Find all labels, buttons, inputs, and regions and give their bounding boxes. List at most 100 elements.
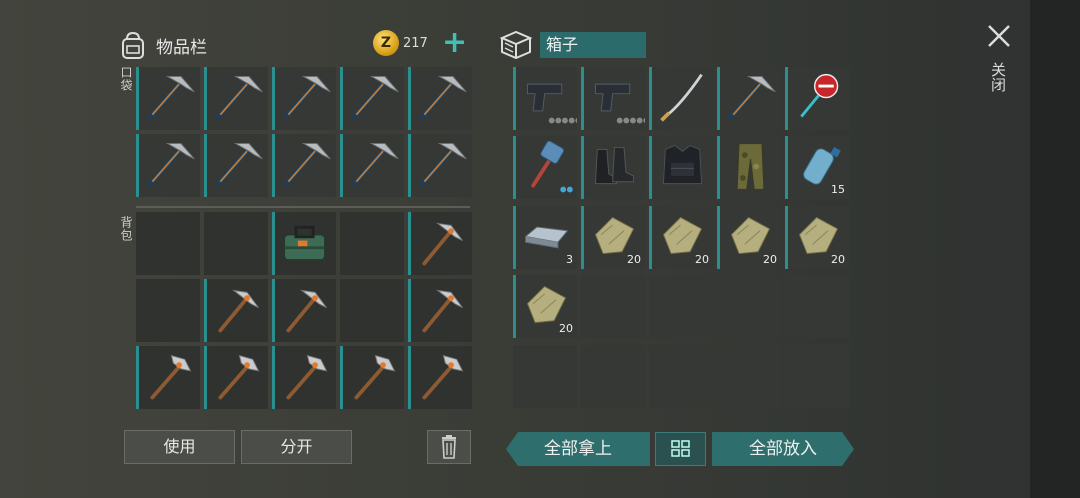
use-button[interactable]: 使用 (124, 430, 235, 464)
inventory-slot-sledgehammer[interactable]: ●● (513, 136, 577, 200)
trash-button[interactable] (427, 430, 471, 464)
inventory-slot-stone-hammer[interactable] (408, 346, 472, 409)
screen-edge (1030, 0, 1080, 498)
stone-pickaxe-icon (411, 279, 472, 342)
item-quantity: 20 (831, 252, 845, 266)
item-quantity: 20 (559, 322, 573, 336)
inventory-slot-water-bottle[interactable]: 15 (785, 136, 849, 200)
sort-button[interactable] (655, 432, 706, 466)
inventory-slot-pickaxe[interactable] (340, 67, 404, 130)
empty-slot[interactable] (581, 275, 645, 339)
empty-slot[interactable] (340, 212, 404, 275)
inventory-title: 物品栏 (156, 37, 207, 58)
crate-icon (499, 30, 533, 60)
toolbox-icon (275, 212, 336, 275)
svg-text:●●●●●: ●●●●● (616, 115, 645, 124)
empty-slot[interactable] (204, 212, 268, 275)
inventory-slot-pickaxe[interactable] (408, 67, 472, 130)
inventory-slot-cloth[interactable]: 20 (717, 205, 781, 269)
pickaxe-icon (139, 134, 200, 197)
inventory-slot-stone-pickaxe[interactable] (204, 279, 268, 342)
box-name-field[interactable]: 箱子 (540, 32, 646, 58)
stone-pickaxe-icon (275, 279, 336, 342)
inventory-slot-toolbox[interactable] (272, 212, 336, 275)
inventory-slot-cloth[interactable]: 20 (649, 205, 713, 269)
inventory-slot-stone-pickaxe[interactable] (272, 279, 336, 342)
pickaxe-icon (343, 67, 404, 130)
pickaxe-icon (139, 67, 200, 130)
empty-slot[interactable] (340, 279, 404, 342)
empty-slot[interactable] (513, 344, 577, 408)
coin-icon: Z (373, 30, 399, 56)
empty-slot[interactable] (136, 279, 200, 342)
empty-slot[interactable] (649, 275, 713, 339)
tactical-vest-icon (652, 136, 713, 199)
pickaxe-icon (207, 67, 268, 130)
inventory-slot-pickaxe[interactable] (136, 67, 200, 130)
inventory-slot-stop-sign[interactable] (785, 67, 849, 130)
empty-slot[interactable] (785, 275, 849, 339)
camo-pants-icon (720, 136, 781, 199)
pickaxe-icon (275, 134, 336, 197)
inventory-slot-pickaxe[interactable] (340, 134, 404, 197)
inventory-slot-boots[interactable] (581, 136, 645, 200)
item-quantity: 20 (627, 252, 641, 266)
close-icon[interactable] (985, 22, 1013, 50)
inventory-slot-pickaxe[interactable] (717, 67, 781, 130)
stone-pickaxe-icon (207, 279, 268, 342)
inventory-slot-katana[interactable] (649, 67, 713, 130)
empty-slot[interactable] (581, 344, 645, 408)
sledgehammer-icon: ●● (516, 136, 577, 199)
stone-hammer-icon (343, 346, 404, 409)
boots-icon (584, 136, 645, 199)
pickaxe-icon (343, 134, 404, 197)
inventory-slot-pistol[interactable]: ●●●●● (581, 67, 650, 130)
inventory-slot-tactical-vest[interactable] (649, 136, 713, 200)
katana-icon (652, 67, 713, 130)
inventory-slot-stone-hammer[interactable] (136, 346, 200, 409)
inventory-slot-pickaxe[interactable] (136, 134, 200, 197)
inventory-slot-stone-hammer[interactable] (340, 346, 404, 409)
pocket-label: 口袋 (119, 66, 133, 92)
inventory-slot-pickaxe[interactable] (204, 67, 268, 130)
backpack-icon (122, 31, 144, 59)
add-coins-button[interactable]: + (442, 26, 467, 60)
trash-icon (442, 435, 456, 459)
put-all-button[interactable]: 全部放入 (712, 432, 854, 466)
inventory-slot-cloth[interactable]: 20 (581, 205, 645, 269)
inventory-slot-pickaxe[interactable] (272, 67, 336, 130)
stone-pickaxe-icon (411, 212, 472, 275)
inventory-slot-iron-bar[interactable]: 3 (513, 205, 577, 269)
inventory-slot-pickaxe[interactable] (408, 134, 472, 197)
take-all-button[interactable]: 全部拿上 (506, 432, 650, 466)
sort-grid-icon (671, 440, 690, 457)
section-divider (136, 206, 470, 208)
box-header: 箱子 (498, 30, 646, 60)
inventory-slot-cloth[interactable]: 20 (785, 205, 849, 269)
pickaxe-icon (275, 67, 336, 130)
pickaxe-icon (207, 134, 268, 197)
empty-slot[interactable] (136, 212, 200, 275)
empty-slot[interactable] (717, 344, 781, 408)
split-button[interactable]: 分开 (241, 430, 352, 464)
pistol-icon: ●●●●● (584, 67, 650, 130)
inventory-slot-pistol[interactable]: ●●●●● (513, 67, 582, 130)
inventory-slot-stone-pickaxe[interactable] (408, 279, 472, 342)
inventory-slot-stone-hammer[interactable] (272, 346, 336, 409)
box-grid: ●●●●●●●●●●●●1532020202020 (513, 67, 849, 410)
coin-count: 217 (403, 36, 428, 51)
inventory-slot-stone-hammer[interactable] (204, 346, 268, 409)
close-label[interactable]: 关闭 (988, 62, 1009, 92)
inventory-slot-pickaxe[interactable] (272, 134, 336, 197)
inventory-slot-stone-pickaxe[interactable] (408, 212, 472, 275)
pickaxe-icon (411, 134, 472, 197)
backpack-label: 背包 (119, 216, 133, 242)
inventory-slot-cloth[interactable]: 20 (513, 275, 577, 339)
inventory-slot-pickaxe[interactable] (204, 134, 268, 197)
empty-slot[interactable] (649, 344, 713, 408)
empty-slot[interactable] (785, 344, 849, 408)
stop-sign-icon (788, 67, 849, 130)
inventory-slot-camo-pants[interactable] (717, 136, 781, 200)
empty-slot[interactable] (717, 275, 781, 339)
stone-hammer-icon (275, 346, 336, 409)
